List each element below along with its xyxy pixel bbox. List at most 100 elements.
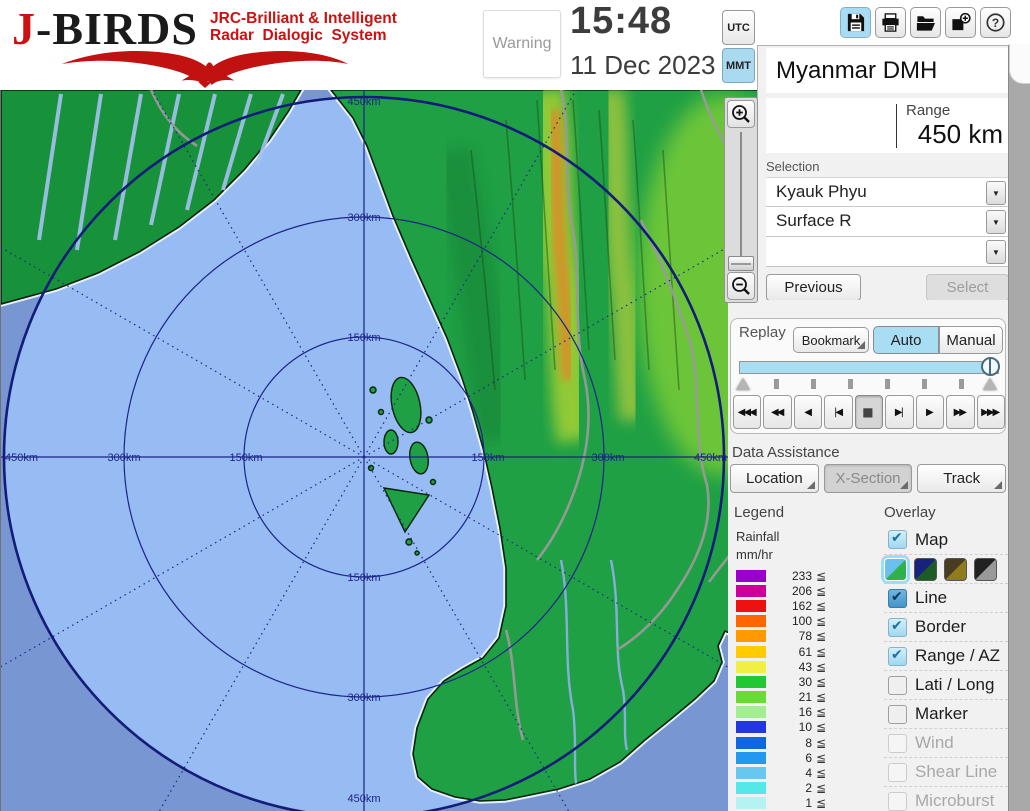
playback-icon: ▶ <box>926 407 932 418</box>
zoom-in-button[interactable] <box>727 100 755 128</box>
range-ring-label: 150km <box>471 452 504 464</box>
slider-start-marker[interactable] <box>736 378 750 390</box>
overlay-row-wind: Wind <box>884 728 1008 757</box>
option-dropdown-button[interactable]: ▼ <box>986 240 1006 264</box>
jbirds-logo: J-BIRDS JRC-Brilliant & IntelligentRadar… <box>10 2 400 88</box>
legend-row: 1 ≦ <box>736 796 876 811</box>
site-dropdown-value: Kyauk Phyu <box>776 182 867 202</box>
map-style-swatch[interactable] <box>944 558 967 581</box>
legend-color-swatch <box>736 797 766 809</box>
site-dropdown-button[interactable]: ▼ <box>986 181 1006 205</box>
mmt-button[interactable]: MMT <box>722 48 755 83</box>
legend-row: 8 ≦ <box>736 735 876 750</box>
legend-value: 206 <box>766 584 812 598</box>
previous-button[interactable]: Previous <box>766 274 861 301</box>
product-dropdown[interactable]: Surface R ▼ <box>766 207 1009 237</box>
replay-slider-handle[interactable] <box>981 357 1000 376</box>
zoom-slider-track[interactable] <box>740 132 742 270</box>
location-button[interactable]: Location <box>730 464 819 493</box>
save-button[interactable] <box>840 7 871 38</box>
playback-button[interactable]: ▶ <box>916 395 944 429</box>
map-style-swatch[interactable] <box>884 558 907 581</box>
range-ring-label: 450km <box>5 452 38 464</box>
auto-button[interactable]: Auto <box>873 326 939 354</box>
overlay-row-range-az[interactable]: Range / AZ <box>884 641 1008 670</box>
legend-color-swatch <box>736 721 766 733</box>
playback-button[interactable]: ■ <box>855 395 883 429</box>
legend-value: 16 <box>766 705 812 719</box>
overlay-row-border[interactable]: Border <box>884 612 1008 641</box>
manual-button[interactable]: Manual <box>939 326 1003 354</box>
legend-value: 30 <box>766 675 812 689</box>
open-folder-button[interactable] <box>910 7 941 38</box>
slider-tick <box>959 379 964 389</box>
legend-color-swatch <box>736 630 766 642</box>
border-checkbox[interactable] <box>888 618 907 637</box>
overlay-row-line[interactable]: Line <box>884 583 1008 612</box>
add-image-icon <box>950 12 971 33</box>
microburst-checkbox <box>888 792 907 811</box>
add-image-button[interactable] <box>945 7 976 38</box>
zoom-slider-handle[interactable] <box>728 256 754 271</box>
radar-map[interactable]: 450km 300km 150km 150km 300km 450km 450k… <box>1 90 758 811</box>
right-edge-strip <box>1008 45 1030 811</box>
playback-icon: |◀ <box>834 407 841 418</box>
legend-row: 233 ≦ <box>736 568 876 583</box>
select-button[interactable]: Select <box>926 274 1009 301</box>
legend-title: Legend <box>734 504 784 521</box>
marker-checkbox[interactable] <box>888 705 907 724</box>
legend-operator: ≦ <box>816 660 826 674</box>
print-button[interactable] <box>875 7 906 38</box>
option-dropdown[interactable]: ▼ <box>766 237 1009 267</box>
legend-heading: Rainfall mm/hr <box>736 528 876 564</box>
overlay-row-shear-line: Shear Line <box>884 757 1008 786</box>
range-az-checkbox[interactable] <box>888 647 907 666</box>
product-dropdown-button[interactable]: ▼ <box>986 210 1006 234</box>
map-zoom-panel <box>724 97 758 303</box>
track-button[interactable]: Track <box>917 464 1006 493</box>
lati-long-checkbox[interactable] <box>888 676 907 695</box>
legend-value: 61 <box>766 645 812 659</box>
map-style-swatch[interactable] <box>974 558 997 581</box>
zoom-out-button[interactable] <box>727 272 755 300</box>
radar-map-area[interactable]: 450km 300km 150km 150km 300km 450km 450k… <box>0 88 758 811</box>
playback-button[interactable]: ▶▶▶ <box>977 395 1005 429</box>
legend-operator: ≦ <box>816 675 826 689</box>
playback-button[interactable]: ▶▶ <box>946 395 974 429</box>
playback-button[interactable]: ◀ <box>794 395 822 429</box>
overlay-row-map[interactable]: Map <box>884 525 1008 554</box>
playback-button[interactable]: ▶| <box>885 395 913 429</box>
legend-color-swatch <box>736 585 766 597</box>
map-checkbox[interactable] <box>888 530 907 549</box>
xsection-button[interactable]: X-Section <box>824 464 913 493</box>
range-ring-label: 450km <box>347 96 380 108</box>
legend-row: 78 ≦ <box>736 629 876 644</box>
playback-button[interactable]: ◀◀◀ <box>733 395 761 429</box>
legend-color-swatch <box>736 706 766 718</box>
map-style-swatch[interactable] <box>914 558 937 581</box>
utc-button[interactable]: UTC <box>722 10 755 45</box>
legend-color-swatch <box>736 767 766 779</box>
panel-collapse-tab[interactable] <box>1009 44 1030 84</box>
slider-tick <box>848 379 853 389</box>
playback-icon: ■ <box>862 405 873 419</box>
site-dropdown[interactable]: Kyauk Phyu ▼ <box>766 177 1009 207</box>
help-button[interactable]: ? <box>980 7 1011 38</box>
overlay-row-microburst: Microburst <box>884 786 1008 811</box>
bookmark-button[interactable]: Bookmark <box>793 327 869 353</box>
legend-value: 2 <box>766 781 812 795</box>
overlay-row-marker[interactable]: Marker <box>884 699 1008 728</box>
line-checkbox[interactable] <box>888 589 907 608</box>
legend-operator: ≦ <box>816 645 826 659</box>
save-icon <box>845 12 866 33</box>
range-ring-label: 450km <box>347 793 380 805</box>
legend-value: 6 <box>766 751 812 765</box>
slider-end-marker[interactable] <box>983 378 997 390</box>
warning-button[interactable]: Warning <box>483 10 561 78</box>
legend-color-swatch <box>736 600 766 612</box>
legend-value: 21 <box>766 690 812 704</box>
playback-button[interactable]: |◀ <box>824 395 852 429</box>
overlay-row-lati-long[interactable]: Lati / Long <box>884 670 1008 699</box>
replay-slider-track[interactable] <box>739 361 999 374</box>
playback-button[interactable]: ◀◀ <box>763 395 791 429</box>
